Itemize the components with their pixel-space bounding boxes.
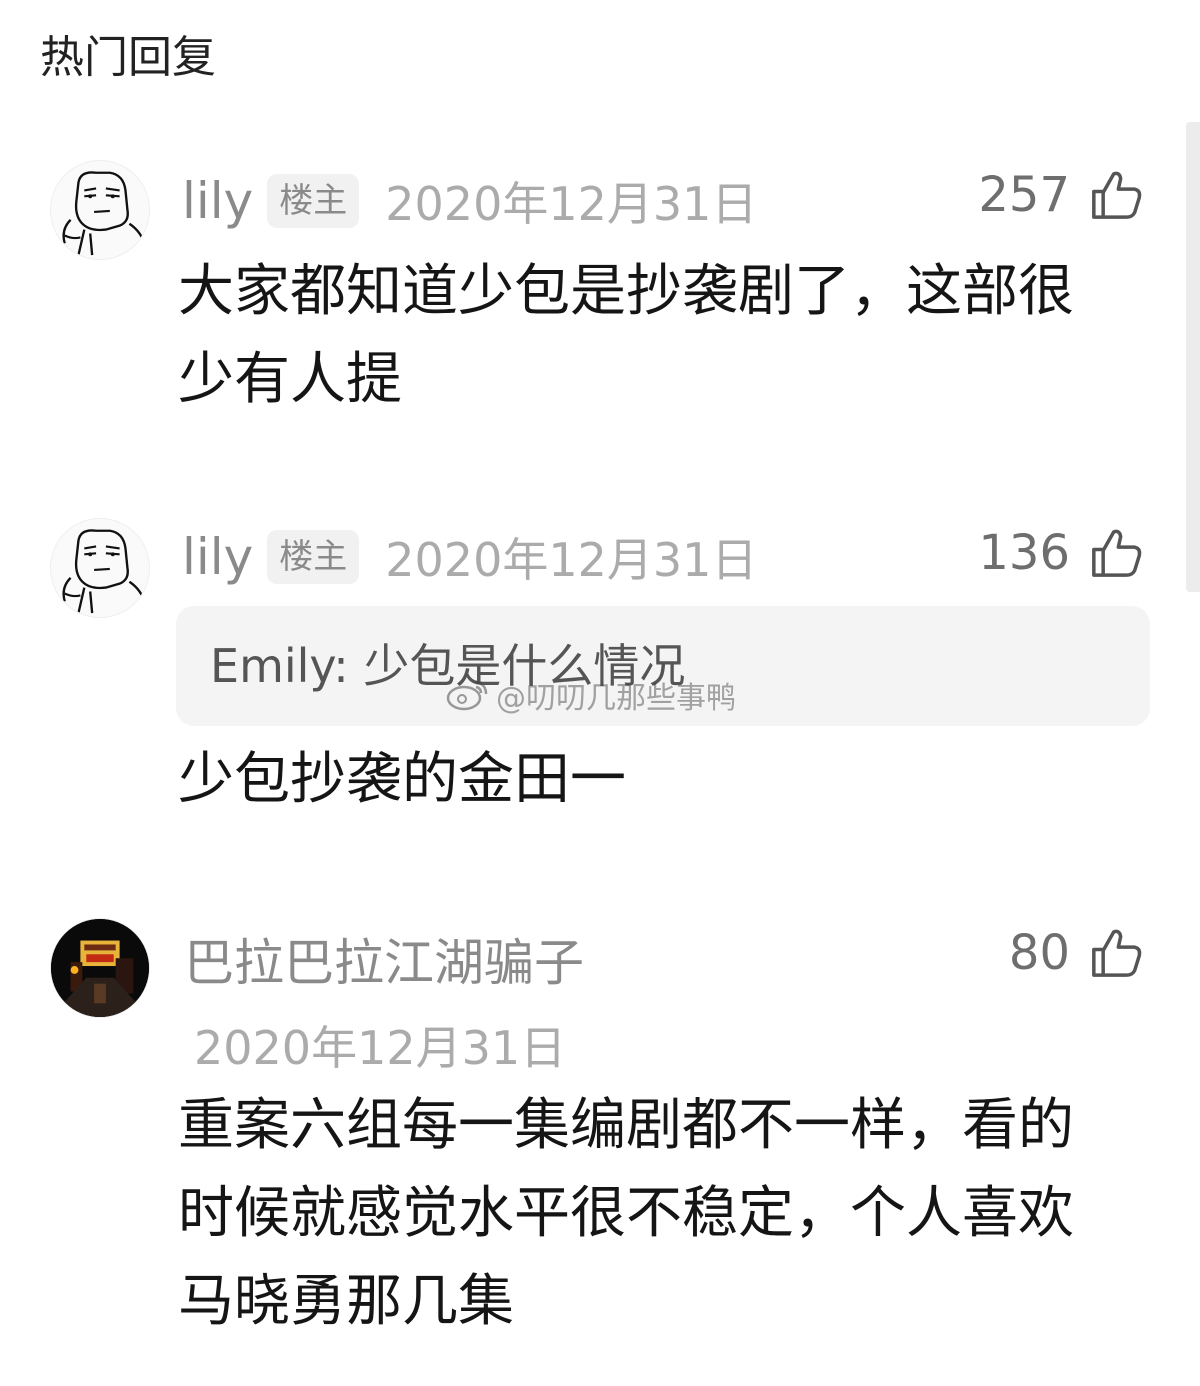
like-button[interactable]: 136 [978,518,1144,588]
avatar[interactable] [50,160,150,260]
comment-meta: lily 楼主 2020年12月31日 [182,522,757,592]
comment-date: 2020年12月31日 [385,177,758,231]
username[interactable]: 巴拉巴拉江湖骗子 [184,923,584,995]
comment-date: 2020年12月31日 [385,533,758,587]
op-badge: 楼主 [267,174,360,228]
meme-face-icon [51,161,149,259]
meme-face-icon [51,519,149,617]
avatar[interactable] [50,518,150,618]
night-street-icon [51,919,149,1017]
comment-meta: lily 楼主 2020年12月31日 [182,166,757,236]
comment-text: 重案六组每一集编剧都不一样，看的时候就感觉水平很不稳定，个人喜欢马晓勇那几集 [178,1093,1074,1334]
like-count: 136 [978,525,1070,581]
avatar[interactable] [50,918,150,1018]
comment-text: 少包抄袭的金田一 [178,747,626,812]
comment-text: 大家都知道少包是抄袭剧了，这部很少有人提 [178,259,1074,412]
section-title: 热门回复 [40,32,216,83]
watermark-text: @叨叨几那些事鸭 [496,681,736,716]
comment-date: 2020年12月31日 [194,1021,567,1075]
username[interactable]: lily [182,172,253,230]
like-button[interactable]: 257 [978,160,1144,230]
scrollbar[interactable] [1186,122,1200,592]
comment-meta: 巴拉巴拉江湖骗子 [182,924,584,994]
like-count: 257 [978,167,1070,223]
thumbs-up-icon [1092,171,1142,219]
like-count: 80 [1008,925,1070,981]
op-badge: 楼主 [267,530,360,584]
like-button[interactable]: 80 [1009,918,1144,988]
username[interactable]: lily [182,528,253,586]
watermark: @叨叨几那些事鸭 [446,672,736,718]
thumbs-up-icon [1092,929,1142,977]
weibo-logo-icon [446,680,488,711]
thumbs-up-icon [1092,529,1142,577]
